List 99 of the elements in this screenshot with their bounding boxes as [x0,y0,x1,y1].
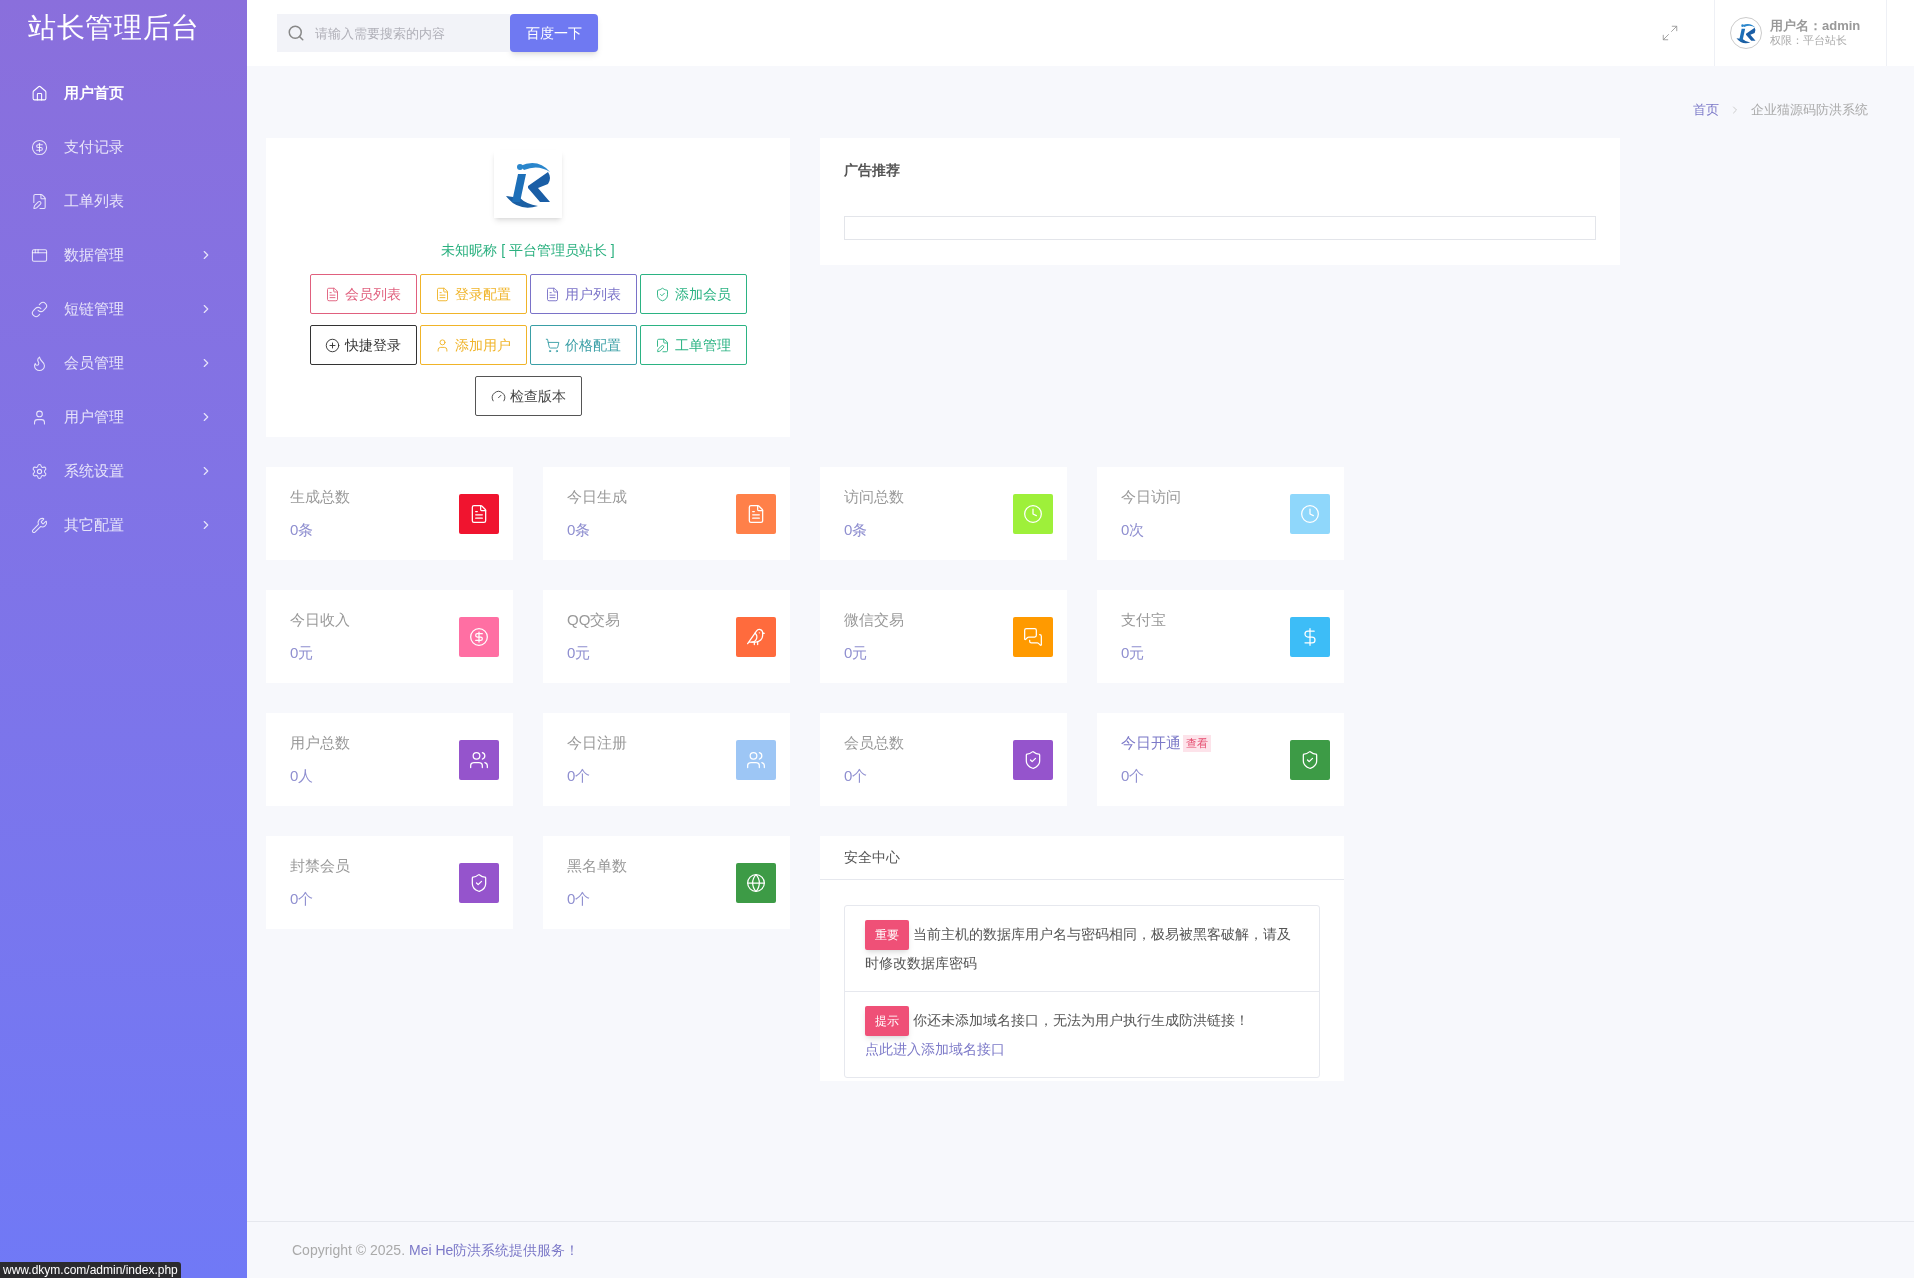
stat-title: 黑名单数 [567,856,627,876]
menu-item[interactable]: 用户首页 [0,66,247,120]
copyright-text: Copyright © 2025. [292,1240,406,1260]
stat-value: 0条 [290,519,315,540]
stat-title: 生成总数 [290,487,350,507]
action-button[interactable]: 登录配置 [419,274,527,314]
user-icon [435,337,450,353]
action-button[interactable]: 会员列表 [309,274,417,314]
user-icon [31,408,48,426]
fullscreen-icon[interactable] [1661,24,1679,42]
menu-item[interactable]: 短链管理 [0,282,247,336]
menu-item[interactable]: 支付记录 [0,120,247,174]
globe-icon [746,872,766,893]
stat-title: 用户总数 [290,733,350,753]
user-panel[interactable]: 用户名：admin 权限：平台站长 [1714,0,1887,66]
stat-value: 0条 [844,519,869,540]
document-pen-icon [31,192,48,210]
search-field[interactable]: 请输入需要搜索的内容 [277,14,510,52]
stat-value: 0人 [290,765,315,786]
stat-title: 封禁会员 [290,856,350,876]
stat-title: 会员总数 [844,733,904,753]
stat-title: QQ交易 [567,610,621,630]
menu-item[interactable]: 用户管理 [0,390,247,444]
stat-value: 0条 [567,519,592,540]
breadcrumb-current: 企业猫源码防洪系统 [1751,101,1868,120]
status-bar-url: www.dkym.com/admin/index.php [0,1262,181,1278]
stat-value: 0元 [844,642,869,663]
username-label: 用户名：admin [1770,18,1861,33]
shield-check-icon [469,872,489,893]
gauge-icon [490,388,506,404]
stat-value: 0个 [567,765,592,786]
menu-item[interactable]: 数据管理 [0,228,247,282]
stat-title: 微信交易 [844,610,904,630]
action-button[interactable]: 添加用户 [419,325,527,365]
bird-icon [746,626,766,647]
notice-text: 重要 当前主机的数据库用户名与密码相同，极易被黑客破解，请及时修改数据库密码 [865,920,1299,977]
search-icon [287,24,305,42]
chat-bubbles-icon [1023,626,1043,647]
stat-value: 0元 [1121,642,1146,663]
stat-value: 0个 [1121,765,1146,786]
stat-title: 支付宝 [1121,610,1166,630]
stat-value: 0个 [844,765,869,786]
action-button[interactable]: 快捷登录 [309,325,417,365]
role-label: 权限：平台站长 [1770,33,1848,48]
clock-icon [1023,503,1043,524]
document-icon [545,286,560,302]
link-icon [31,300,48,318]
stat-title: 今日访问 [1121,487,1181,507]
users-icon [746,749,766,770]
stat-value: 0个 [290,888,315,909]
shield-check-icon [1023,749,1043,770]
action-button[interactable]: 工单管理 [639,325,747,365]
document-pen-icon [655,337,670,353]
menu-item[interactable]: 系统设置 [0,444,247,498]
stat-title[interactable]: 今日开通 [1121,732,1181,755]
document-icon [325,286,340,302]
shield-check-icon [655,286,670,302]
footer-link[interactable]: Mei He防洪系统提供服务！ [409,1239,580,1261]
card-title: 安全中心 [844,848,900,867]
menu-item[interactable]: 其它配置 [0,498,247,552]
stat-value: 0次 [1121,519,1146,540]
notice-text: 提示 你还未添加域名接口，无法为用户执行生成防洪链接！ 点此进入添加域名接口 [865,1006,1299,1063]
settings-icon [31,462,48,480]
menu-item[interactable]: 会员管理 [0,336,247,390]
card-title: 广告推荐 [844,162,900,178]
stat-value: 0元 [290,642,315,663]
stat-value: 0元 [567,642,592,663]
document-icon [746,503,766,524]
action-button[interactable]: 用户列表 [529,274,637,314]
coin-icon [469,626,489,647]
notice-tag: 提示 [865,1006,909,1036]
menu-item[interactable]: 工单列表 [0,174,247,228]
document-icon [469,503,489,524]
stat-title: 今日收入 [290,610,350,630]
shield-check-icon [1300,749,1320,770]
action-button[interactable]: 价格配置 [529,325,637,365]
breadcrumb-link[interactable]: 首页 [1693,100,1719,120]
cart-icon [545,337,560,353]
clock-icon [1300,503,1320,524]
nickname: 未知昵称 [ 平台管理员站长 ] [441,241,615,260]
view-badge[interactable]: 查看 [1183,735,1211,752]
document-icon [435,286,450,302]
plus-circle-icon [325,337,340,353]
app-title: 站长管理后台 [28,11,201,45]
coin-icon [31,138,48,156]
flame-icon [31,354,48,372]
stat-title: 今日注册 [567,733,627,753]
window-icon [31,246,48,264]
check-version-button[interactable]: 检查版本 [474,376,582,416]
wrench-icon [31,516,48,534]
search-button[interactable]: 百度一下 [510,14,598,52]
home-icon [31,84,48,102]
stat-title: 今日生成 [567,487,627,507]
notice-link[interactable]: 点此进入添加域名接口 [865,1041,1005,1057]
stat-title: 访问总数 [844,487,904,507]
users-icon [469,749,489,770]
stat-value: 0个 [567,888,592,909]
notice-tag: 重要 [865,920,909,950]
action-button[interactable]: 添加会员 [639,274,747,314]
